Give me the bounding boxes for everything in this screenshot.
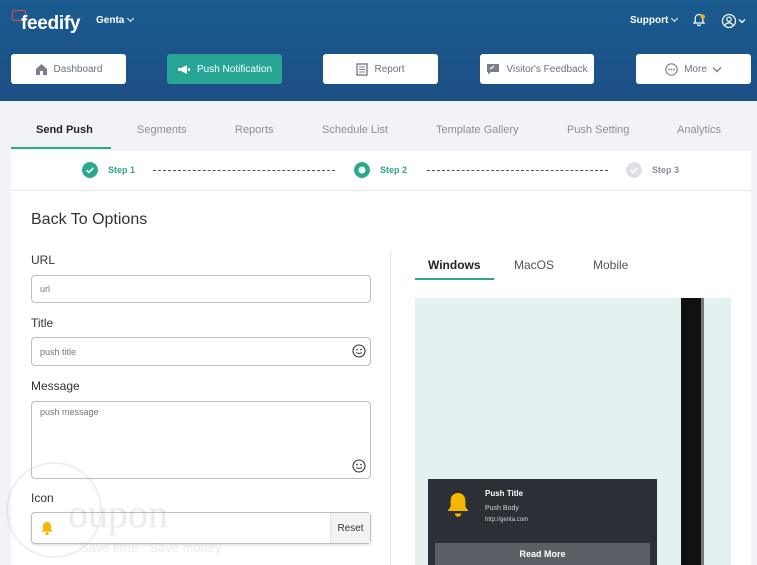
preview-taskbar-edge [701, 298, 704, 565]
icon-label: Icon [31, 491, 54, 505]
nav-visitors-feedback-button[interactable]: Visitor's Feedback [480, 54, 594, 84]
message-textarea[interactable] [31, 401, 371, 479]
step-2-label: Step 2 [380, 165, 408, 175]
tab-schedule-list[interactable]: Schedule List [322, 124, 388, 136]
url-input[interactable] [31, 275, 371, 303]
nav-dashboard-button[interactable]: Dashboard [11, 54, 126, 84]
send-push-tabs: Send Push Segments Reports Schedule List… [0, 114, 757, 150]
account-name: Genta [96, 15, 125, 26]
tab-template-gallery[interactable]: Template Gallery [436, 124, 519, 136]
logo-text: feedify [21, 13, 81, 34]
current-step-icon [354, 162, 370, 178]
message-label: Message [31, 379, 80, 393]
tab-push-setting[interactable]: Push Setting [567, 124, 629, 136]
url-label: URL [31, 253, 56, 267]
home-icon [35, 64, 47, 75]
step-connector [427, 170, 608, 171]
send-push-card: Step 1 Step 2 Step 3 Back To Options URL… [11, 151, 751, 565]
tab-segments[interactable]: Segments [137, 124, 187, 136]
app-header: feedify Genta Support Dashboard Push Not… [0, 0, 757, 101]
back-to-options-link[interactable]: Back To Options [31, 211, 147, 229]
step-3[interactable]: Step 3 [626, 162, 679, 178]
notification-title: Push Title [485, 489, 524, 498]
step-1-label: Step 1 [108, 165, 136, 175]
notification-preview: Push Title Push Body http://genta.com Re… [415, 298, 731, 565]
step-progress: Step 1 Step 2 Step 3 [11, 151, 751, 191]
chevron-down-icon [127, 14, 135, 23]
check-circle-icon [82, 162, 98, 178]
preview-tab-mobile[interactable]: Mobile [593, 258, 628, 272]
user-account-icon[interactable] [721, 13, 749, 29]
tab-reports[interactable]: Reports [235, 124, 274, 136]
preview-taskbar [681, 298, 703, 565]
nav-report-button[interactable]: Report [323, 54, 438, 84]
support-menu[interactable]: Support [630, 14, 679, 26]
bell-icon [447, 493, 469, 517]
feedback-icon [487, 64, 500, 75]
more-dots-icon [665, 62, 678, 76]
notification-body: Push Body [485, 505, 519, 512]
step-1[interactable]: Step 1 [82, 162, 135, 178]
emoji-picker-icon[interactable] [352, 344, 366, 358]
nav-more-button[interactable]: More [636, 54, 751, 84]
report-icon [356, 62, 369, 76]
icon-field[interactable]: Reset [31, 512, 371, 544]
tab-send-push[interactable]: Send Push [36, 124, 93, 136]
step-connector [153, 170, 335, 171]
step-2[interactable]: Step 2 [354, 162, 407, 178]
nav-push-notification-label: Push Notification [196, 63, 273, 75]
windows-notification-card: Push Title Push Body http://genta.com Re… [428, 479, 657, 565]
megaphone-icon [177, 64, 190, 74]
preview-tab-indicator [415, 278, 494, 280]
notification-bell-icon[interactable] [692, 13, 706, 27]
nav-dashboard-label: Dashboard [53, 63, 103, 75]
bell-icon [41, 522, 53, 536]
account-switcher[interactable]: Genta [96, 14, 135, 26]
nav-push-notification-button[interactable]: Push Notification [167, 54, 282, 84]
notification-url: http://genta.com [485, 517, 529, 523]
chevron-down-icon [712, 66, 722, 72]
nav-report-label: Report [374, 63, 405, 75]
nav-more-label: More [684, 63, 707, 75]
reset-button[interactable]: Reset [330, 513, 370, 543]
preview-tab-windows[interactable]: Windows [428, 258, 481, 272]
read-more-button[interactable]: Read More [435, 543, 650, 565]
chevron-down-icon [671, 14, 679, 23]
emoji-picker-icon[interactable] [352, 459, 366, 473]
tab-analytics[interactable]: Analytics [677, 124, 721, 136]
step-3-label: Step 3 [652, 165, 680, 175]
support-label: Support [630, 15, 669, 26]
nav-visitors-feedback-label: Visitor's Feedback [506, 63, 588, 75]
title-input[interactable] [31, 337, 371, 366]
title-label: Title [31, 316, 54, 330]
check-circle-icon [626, 162, 642, 178]
preview-tab-macos[interactable]: MacOS [514, 258, 554, 272]
column-divider [390, 251, 391, 565]
active-tab-indicator [11, 147, 111, 149]
